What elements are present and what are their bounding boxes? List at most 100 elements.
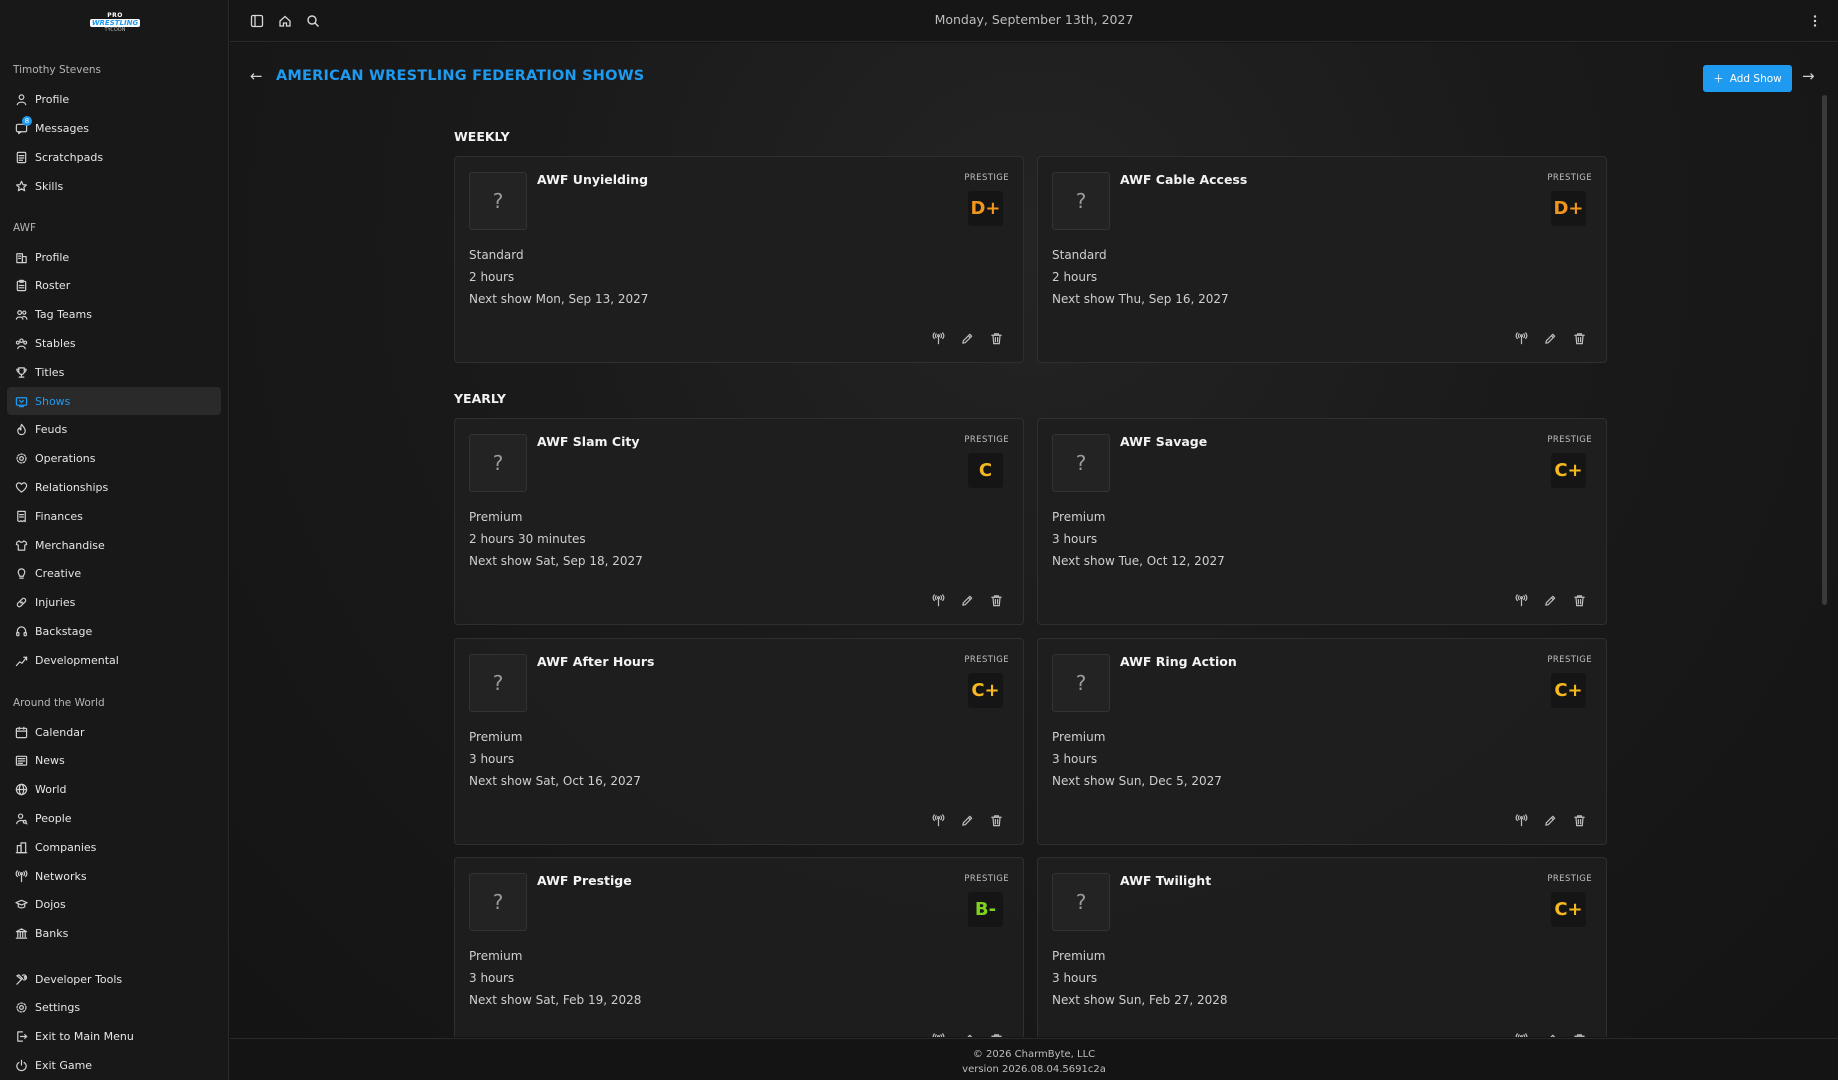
network-antenna-icon[interactable] xyxy=(1514,593,1528,607)
sidebar-item-bottom-developer-tools[interactable]: Developer Tools xyxy=(7,965,221,993)
show-thumbnail-placeholder: ? xyxy=(1052,434,1110,492)
delete-trash-icon[interactable] xyxy=(1572,593,1586,607)
delete-trash-icon[interactable] xyxy=(1572,813,1586,827)
network-antenna-icon[interactable] xyxy=(1514,331,1528,345)
group-icon xyxy=(14,336,28,350)
show-card[interactable]: ? AWF Cable Access PRESTIGE D+ Standard 2 hou… xyxy=(1037,156,1607,363)
sidebar-item-bottom-exit-to-main-menu[interactable]: Exit to Main Menu xyxy=(7,1023,221,1051)
sidebar-item-bottom-exit-game[interactable]: Exit Game xyxy=(7,1051,221,1079)
network-antenna-icon[interactable] xyxy=(931,1032,945,1037)
network-antenna-icon[interactable] xyxy=(1514,813,1528,827)
sidebar-item-company-shows[interactable]: Shows xyxy=(7,387,221,415)
add-show-button[interactable]: ＋ Add Show xyxy=(1703,65,1792,92)
version-text: version 2026.08.04.5691c2a xyxy=(962,1064,1106,1075)
sidebar-item-label: Finances xyxy=(35,509,83,523)
network-antenna-icon[interactable] xyxy=(931,813,945,827)
sidebar-item-user-profile[interactable]: Profile xyxy=(7,85,221,113)
sidebar-item-company-operations[interactable]: Operations xyxy=(7,445,221,473)
sidebar: PRO WRESTLING TYCOON Timothy Stevens Pro… xyxy=(0,0,229,1080)
add-show-label: Add Show xyxy=(1729,72,1782,85)
trophy-icon xyxy=(14,365,28,379)
delete-trash-icon[interactable] xyxy=(1572,331,1586,345)
show-card[interactable]: ? AWF After Hours PRESTIGE C+ Premium 3 hours… xyxy=(454,638,1024,845)
sidebar-item-world-networks[interactable]: Networks xyxy=(7,862,221,890)
show-card[interactable]: ? AWF Ring Action PRESTIGE C+ Premium 3 hours… xyxy=(1037,638,1607,845)
sidebar-item-world-dojos[interactable]: Dojos xyxy=(7,891,221,919)
sidebar-item-world-banks[interactable]: Banks xyxy=(7,920,221,948)
show-card[interactable]: ? AWF Prestige PRESTIGE B- Premium 3 hours Nex… xyxy=(454,857,1024,1037)
sidebar-item-user-skills[interactable]: Skills xyxy=(7,172,221,200)
sidebar-item-world-companies[interactable]: Companies xyxy=(7,833,221,861)
more-menu-icon[interactable] xyxy=(1808,13,1824,29)
prestige-grade: C+ xyxy=(1551,453,1586,488)
sidebar-item-world-people[interactable]: People xyxy=(7,804,221,832)
sidebar-item-company-tag-teams[interactable]: Tag Teams xyxy=(7,301,221,329)
top-bar: Monday, September 13th, 2027 xyxy=(230,0,1838,42)
sidebar-item-company-finances[interactable]: Finances xyxy=(7,502,221,530)
sidebar-item-user-messages[interactable]: 8 Messages xyxy=(7,114,221,142)
sidebar-item-company-roster[interactable]: Roster xyxy=(7,272,221,300)
show-actions xyxy=(1514,1032,1586,1037)
sidebar-item-company-injuries[interactable]: Injuries xyxy=(7,589,221,617)
sidebar-item-label: Merchandise xyxy=(35,538,105,552)
next-show-date: Next show Sun, Dec 5, 2027 xyxy=(1052,774,1222,788)
footer: © 2026 CharmByte, LLC version 2026.08.04… xyxy=(230,1038,1838,1080)
show-card[interactable]: ? AWF Slam City PRESTIGE C Premium 2 hours 30… xyxy=(454,418,1024,625)
sidebar-item-company-feuds[interactable]: Feuds xyxy=(7,416,221,444)
sidebar-item-company-backstage[interactable]: Backstage xyxy=(7,617,221,645)
sidebar-toggle-icon[interactable] xyxy=(250,13,266,29)
back-arrow-icon[interactable]: ← xyxy=(250,67,263,85)
show-name[interactable]: AWF Slam City xyxy=(537,434,639,449)
sidebar-item-company-stables[interactable]: Stables xyxy=(7,329,221,357)
edit-pencil-icon[interactable] xyxy=(960,593,974,607)
network-antenna-icon[interactable] xyxy=(1514,1032,1528,1037)
show-card[interactable]: ? AWF Twilight PRESTIGE C+ Premium 3 hours Nex… xyxy=(1037,857,1607,1037)
show-card[interactable]: ? AWF Unyielding PRESTIGE D+ Standard 2 hours… xyxy=(454,156,1024,363)
show-tier: Premium xyxy=(469,730,523,744)
edit-pencil-icon[interactable] xyxy=(1543,1032,1557,1037)
sidebar-item-company-creative[interactable]: Creative xyxy=(7,560,221,588)
show-name[interactable]: AWF Cable Access xyxy=(1120,172,1247,187)
company-icon xyxy=(14,840,28,854)
network-antenna-icon[interactable] xyxy=(931,593,945,607)
sidebar-item-user-scratchpads[interactable]: Scratchpads xyxy=(7,143,221,171)
network-antenna-icon[interactable] xyxy=(931,331,945,345)
sidebar-item-company-relationships[interactable]: Relationships xyxy=(7,473,221,501)
show-name[interactable]: AWF After Hours xyxy=(537,654,654,669)
delete-trash-icon[interactable] xyxy=(989,593,1003,607)
edit-pencil-icon[interactable] xyxy=(960,1032,974,1037)
game-logo[interactable]: PRO WRESTLING TYCOON xyxy=(89,8,141,38)
show-actions xyxy=(1514,331,1586,345)
show-card[interactable]: ? AWF Savage PRESTIGE C+ Premium 3 hours Next … xyxy=(1037,418,1607,625)
edit-pencil-icon[interactable] xyxy=(1543,593,1557,607)
search-icon[interactable] xyxy=(306,13,322,29)
forward-arrow-icon[interactable]: → xyxy=(1802,67,1815,85)
edit-pencil-icon[interactable] xyxy=(960,813,974,827)
main-content: ← AMERICAN WRESTLING FEDERATION SHOWS ＋ … xyxy=(230,43,1838,1037)
graduation-icon xyxy=(14,898,28,912)
world-section-label: Around the World xyxy=(13,697,105,709)
delete-trash-icon[interactable] xyxy=(1572,1032,1586,1037)
delete-trash-icon[interactable] xyxy=(989,813,1003,827)
edit-pencil-icon[interactable] xyxy=(1543,331,1557,345)
sidebar-item-company-merchandise[interactable]: Merchandise xyxy=(7,531,221,559)
sidebar-item-company-profile[interactable]: Profile xyxy=(7,243,221,271)
home-icon[interactable] xyxy=(278,13,294,29)
sidebar-item-world-news[interactable]: News xyxy=(7,747,221,775)
show-name[interactable]: AWF Unyielding xyxy=(537,172,648,187)
delete-trash-icon[interactable] xyxy=(989,1032,1003,1037)
show-name[interactable]: AWF Prestige xyxy=(537,873,632,888)
sidebar-item-company-titles[interactable]: Titles xyxy=(7,358,221,386)
show-name[interactable]: AWF Twilight xyxy=(1120,873,1211,888)
sidebar-item-world-calendar[interactable]: Calendar xyxy=(7,718,221,746)
sidebar-item-bottom-settings[interactable]: Settings xyxy=(7,994,221,1022)
show-name[interactable]: AWF Savage xyxy=(1120,434,1207,449)
sidebar-item-world-world[interactable]: World xyxy=(7,776,221,804)
edit-pencil-icon[interactable] xyxy=(960,331,974,345)
globe-icon xyxy=(14,783,28,797)
edit-pencil-icon[interactable] xyxy=(1543,813,1557,827)
delete-trash-icon[interactable] xyxy=(989,331,1003,345)
scrollbar[interactable] xyxy=(1822,95,1827,605)
show-name[interactable]: AWF Ring Action xyxy=(1120,654,1237,669)
sidebar-item-company-developmental[interactable]: Developmental xyxy=(7,646,221,674)
